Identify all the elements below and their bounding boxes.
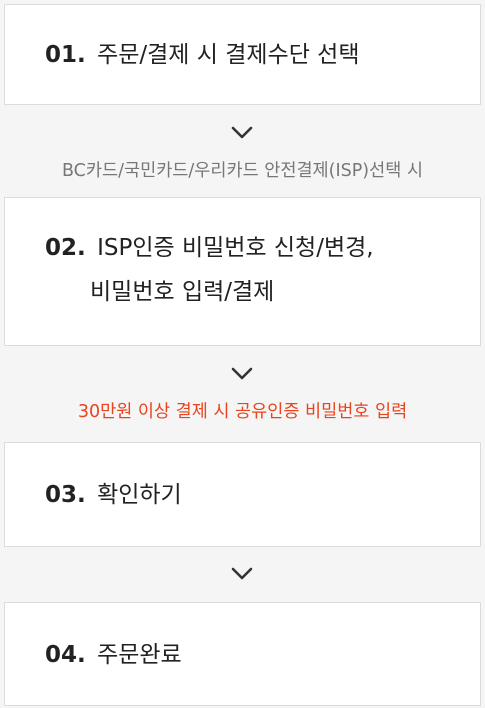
note-bc-isp: BC카드/국민카드/우리카드 안전결제(ISP)선택 시 (61, 161, 423, 181)
chevron-down-icon (231, 567, 253, 580)
step-04-text: 04. 주문완료 (45, 641, 182, 669)
step-label: ISP인증 비밀번호 신청/변경, (97, 235, 374, 261)
step-03-text: 03. 확인하기 (45, 481, 182, 509)
step-01-text: 01. 주문/결제 시 결제수단 선택 (45, 41, 360, 69)
chevron-down-icon (231, 367, 253, 380)
step-label: 주문/결제 시 결제수단 선택 (97, 42, 360, 68)
note-over-300k: 30만원 이상 결제 시 공유인증 비밀번호 입력 (77, 402, 408, 422)
step-number: 04. (45, 642, 86, 668)
step-02-text-line2: 비밀번호 입력/결제 (90, 279, 275, 305)
step-label: 주문완료 (97, 642, 182, 668)
step-02-text: 02. ISP인증 비밀번호 신청/변경, (45, 234, 374, 262)
step-02-card: 02. ISP인증 비밀번호 신청/변경, 비밀번호 입력/결제 (4, 197, 481, 346)
step-number: 01. (45, 42, 86, 68)
step-number: 02. (45, 235, 86, 261)
step-03-card: 03. 확인하기 (4, 442, 481, 547)
chevron-down-icon (231, 126, 253, 139)
step-number: 03. (45, 482, 86, 508)
step-label: 확인하기 (97, 482, 182, 508)
step-01-card: 01. 주문/결제 시 결제수단 선택 (4, 4, 481, 105)
step-04-card: 04. 주문완료 (4, 602, 481, 706)
